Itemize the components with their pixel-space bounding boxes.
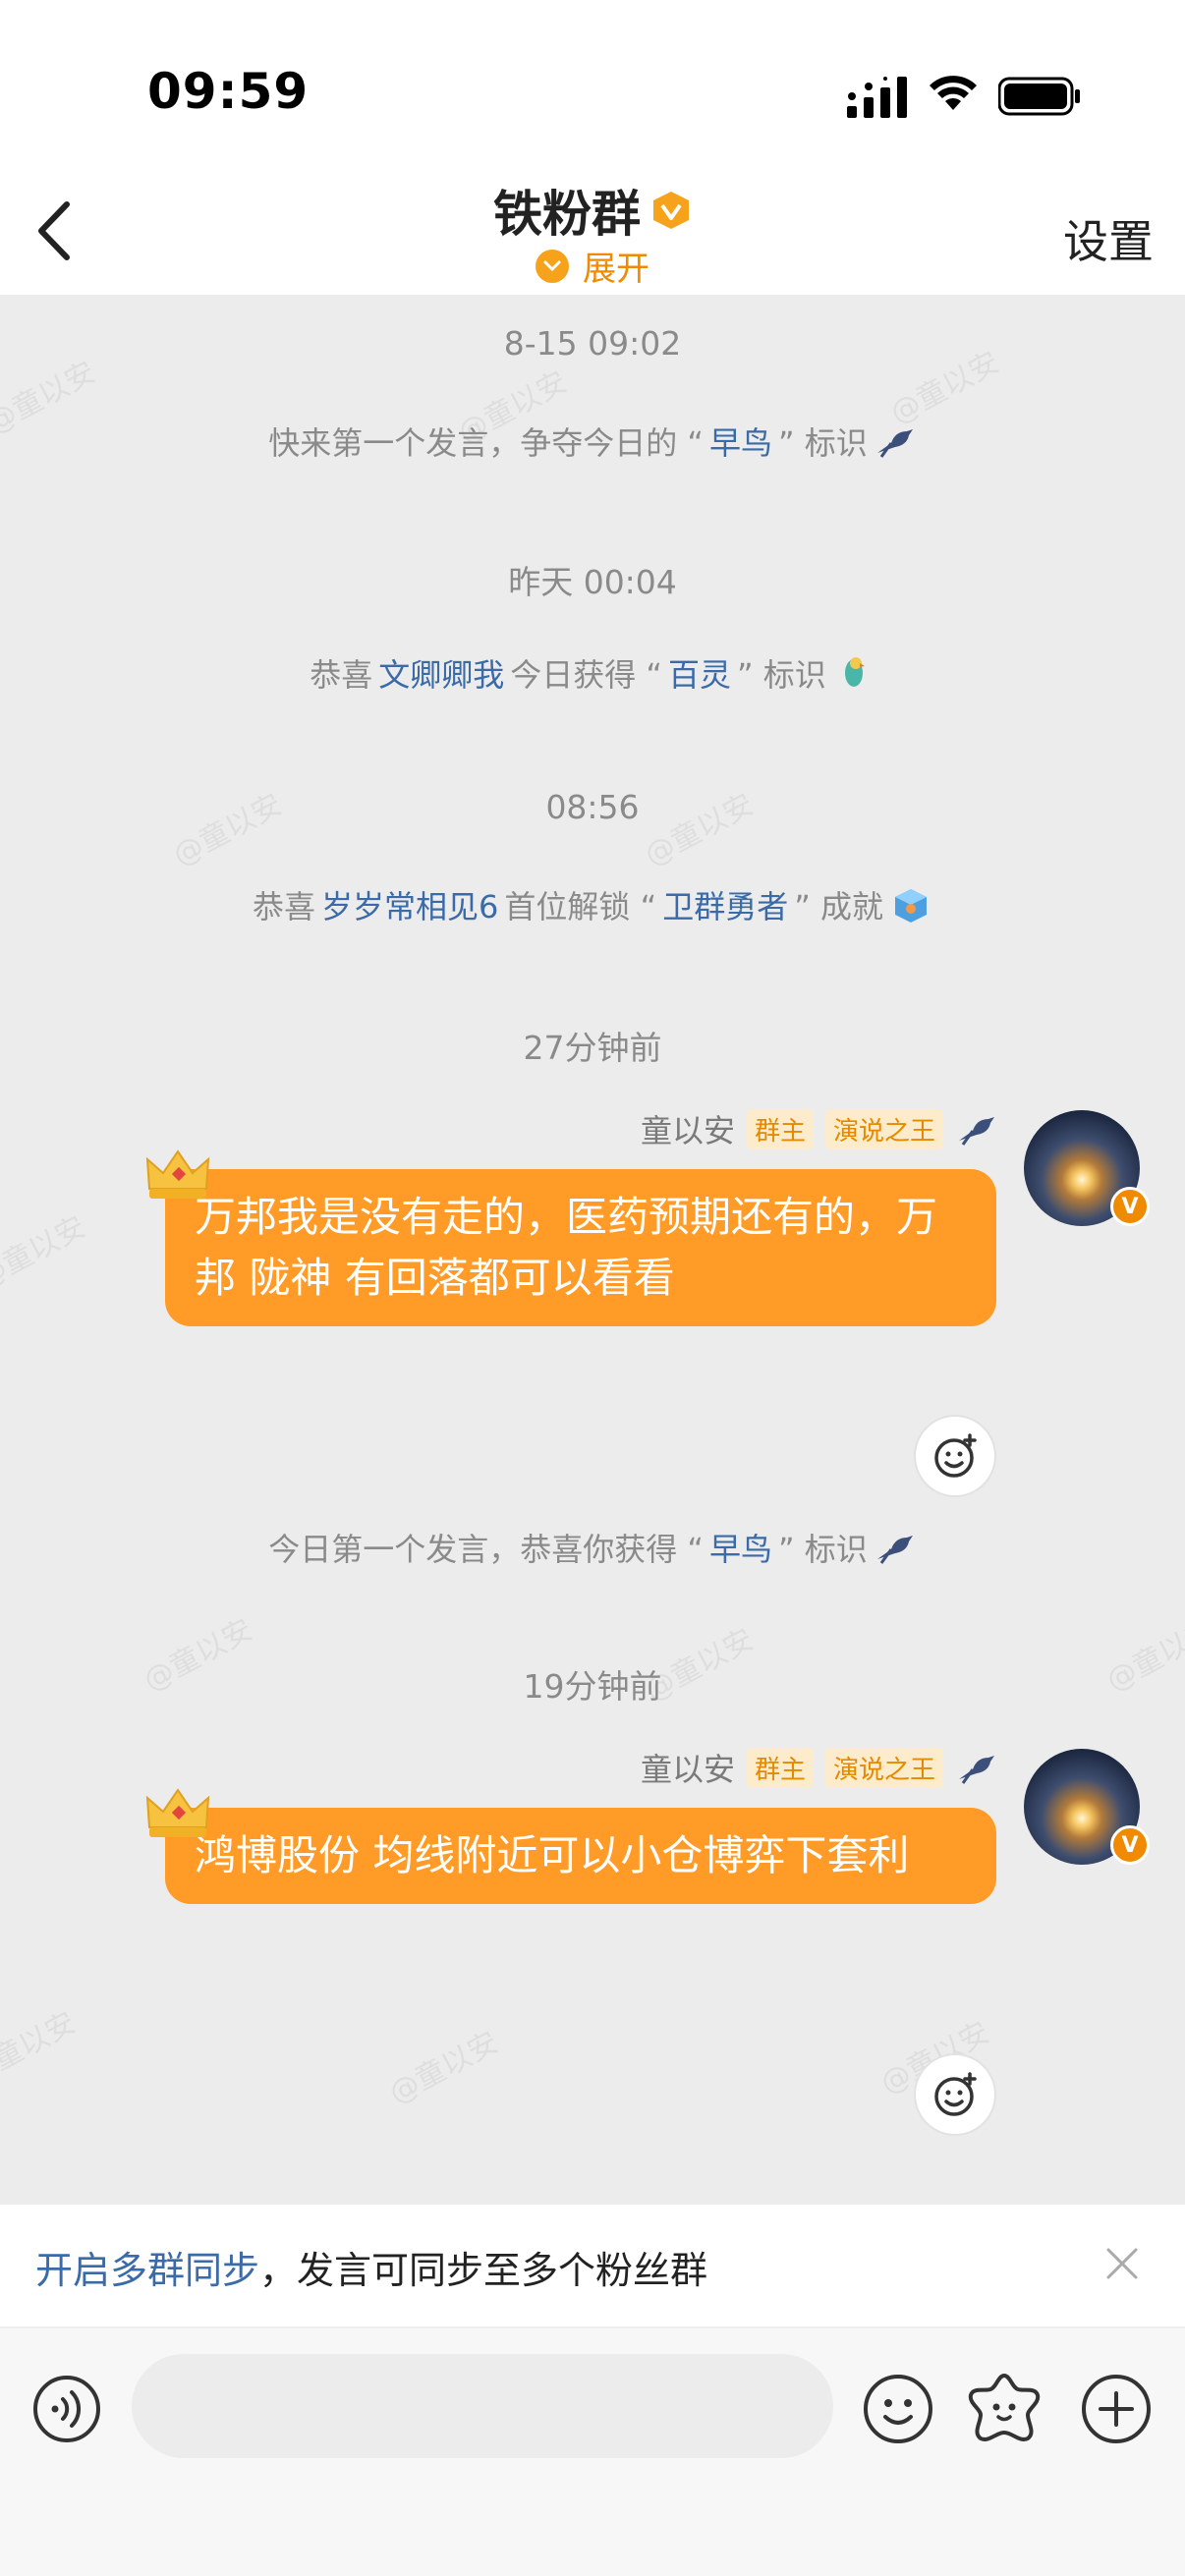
input-bar bbox=[0, 2328, 1185, 2576]
message-header: 童以安 群主 演说之王 bbox=[641, 1745, 998, 1790]
verified-icon: V bbox=[1110, 1187, 1150, 1226]
owner-tag: 群主 bbox=[746, 1108, 814, 1149]
system-notice: 恭喜 文卿卿我 今日获得 “百灵” 标识 bbox=[0, 650, 1185, 696]
status-bar: 09:59 bbox=[0, 0, 1185, 157]
message-input[interactable] bbox=[132, 2354, 833, 2458]
battery-icon bbox=[998, 77, 1080, 116]
timestamp: 8-15 09:02 bbox=[503, 324, 682, 363]
bird-icon bbox=[876, 429, 913, 458]
verified-badge-icon bbox=[653, 192, 689, 229]
group-title: 铁粉群 bbox=[0, 175, 1185, 246]
crown-icon bbox=[145, 1149, 210, 1199]
verified-icon: V bbox=[1110, 1825, 1150, 1865]
status-time: 09:59 bbox=[147, 63, 310, 120]
chat-area[interactable]: @童以安 @童以安 @童以安 @童以安 @童以安 @童以安 @童以安 @童以安 … bbox=[0, 295, 1185, 2205]
message-header: 童以安 群主 演说之王 bbox=[641, 1106, 998, 1151]
add-reaction-button[interactable] bbox=[914, 2053, 996, 2136]
emoji-plus-icon bbox=[934, 1433, 977, 1478]
achievement-cube-icon bbox=[894, 889, 927, 923]
wifi-icon bbox=[930, 76, 977, 110]
sender-name[interactable]: 童以安 bbox=[641, 1745, 735, 1790]
timestamp: 昨天 00:04 bbox=[508, 563, 677, 601]
system-notice: 恭喜 岁岁常相见6 首位解锁 “卫群勇者” 成就 bbox=[0, 882, 1185, 927]
chevron-down-icon bbox=[536, 249, 569, 283]
bird-icon bbox=[876, 1536, 913, 1564]
parrot-icon bbox=[844, 657, 865, 687]
system-notice: 今日第一个发言，恭喜你获得 “早鸟” 标识 bbox=[0, 1525, 1185, 1570]
add-reaction-button[interactable] bbox=[914, 1415, 996, 1497]
group-name: 铁粉群 bbox=[493, 186, 641, 243]
settings-button[interactable]: 设置 bbox=[1063, 206, 1154, 271]
watermark: @童以安 bbox=[383, 2025, 504, 2111]
expand-toggle[interactable]: 展开 bbox=[0, 242, 1185, 290]
watermark: @童以安 bbox=[0, 2005, 82, 2092]
voice-icon[interactable] bbox=[31, 2374, 102, 2444]
user-link[interactable]: 岁岁常相见6 bbox=[321, 882, 498, 927]
user-link[interactable]: 文卿卿我 bbox=[378, 650, 504, 696]
owner-tag: 群主 bbox=[746, 1747, 814, 1788]
crown-icon bbox=[145, 1788, 210, 1837]
message-bubble[interactable]: 万邦我是没有走的，医药预期还有的，万邦 陇神 有回落都可以看看 bbox=[165, 1169, 996, 1326]
plus-icon[interactable] bbox=[1079, 2372, 1154, 2446]
enable-sync-link[interactable]: 开启多群同步 bbox=[35, 2249, 259, 2292]
timestamp: 19分钟前 bbox=[523, 1667, 662, 1706]
close-icon[interactable] bbox=[1102, 2244, 1142, 2283]
timestamp: 27分钟前 bbox=[523, 1029, 662, 1067]
emoji-icon[interactable] bbox=[861, 2372, 935, 2446]
nav-bar: 铁粉群 展开 设置 bbox=[0, 157, 1185, 295]
sync-text: 开启多群同步，发言可同步至多个粉丝群 bbox=[35, 2249, 708, 2292]
bird-icon bbox=[959, 1117, 994, 1146]
system-notice: 快来第一个发言，争夺今日的 “早鸟” 标识 bbox=[0, 419, 1185, 464]
bird-icon bbox=[959, 1756, 994, 1784]
sender-name[interactable]: 童以安 bbox=[641, 1106, 735, 1151]
title-tag: 演说之王 bbox=[824, 1747, 943, 1788]
cellular-signal-icon bbox=[847, 77, 907, 118]
sync-banner: 开启多群同步，发言可同步至多个粉丝群 bbox=[0, 2205, 1185, 2328]
timestamp: 08:56 bbox=[545, 788, 640, 826]
expand-label: 展开 bbox=[583, 250, 649, 289]
sticker-icon[interactable] bbox=[967, 2370, 1042, 2444]
emoji-plus-icon bbox=[934, 2072, 977, 2116]
watermark: @童以安 bbox=[0, 1209, 91, 1296]
message-bubble[interactable]: 鸿博股份 均线附近可以小仓博弈下套利 bbox=[165, 1808, 996, 1904]
title-tag: 演说之王 bbox=[824, 1108, 943, 1149]
